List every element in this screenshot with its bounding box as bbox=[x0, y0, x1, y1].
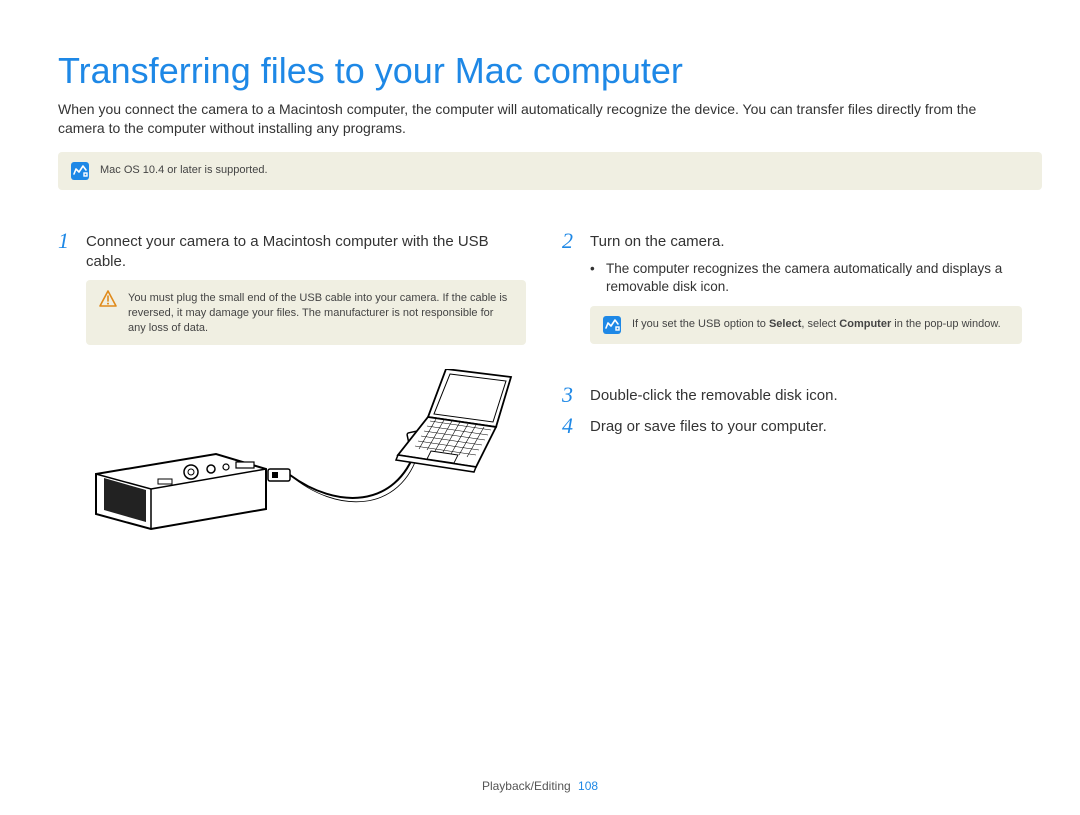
warning-text: You must plug the small end of the USB c… bbox=[128, 289, 514, 336]
warning-icon bbox=[98, 289, 118, 309]
step-text: Turn on the camera. bbox=[590, 230, 725, 252]
step-text: Connect your camera to a Macintosh compu… bbox=[86, 230, 526, 273]
step-number: 3 bbox=[562, 384, 580, 406]
left-column: 1 Connect your camera to a Macintosh com… bbox=[58, 230, 526, 544]
page-number: 108 bbox=[578, 779, 598, 793]
columns: 1 Connect your camera to a Macintosh com… bbox=[58, 230, 1022, 544]
manual-page: Transferring files to your Mac computer … bbox=[0, 0, 1080, 815]
step-number: 2 bbox=[562, 230, 580, 252]
step-3: 3 Double-click the removable disk icon. bbox=[562, 384, 1022, 406]
top-note-text: Mac OS 10.4 or later is supported. bbox=[100, 161, 268, 178]
note-icon bbox=[602, 315, 622, 335]
step-number: 4 bbox=[562, 415, 580, 437]
page-footer: Playback/Editing 108 bbox=[0, 779, 1080, 793]
warning-note: You must plug the small end of the USB c… bbox=[86, 280, 526, 345]
usb-connection-illustration bbox=[86, 369, 526, 544]
top-note: Mac OS 10.4 or later is supported. bbox=[58, 152, 1042, 190]
step-text: Drag or save files to your computer. bbox=[590, 415, 827, 437]
intro-paragraph: When you connect the camera to a Macinto… bbox=[58, 100, 1022, 138]
step-1: 1 Connect your camera to a Macintosh com… bbox=[58, 230, 526, 273]
step-2: 2 Turn on the camera. bbox=[562, 230, 1022, 252]
step-number: 1 bbox=[58, 230, 76, 273]
step-2-bullet: • The computer recognizes the camera aut… bbox=[590, 260, 1022, 296]
step-4: 4 Drag or save files to your computer. bbox=[562, 415, 1022, 437]
bullet-dot: • bbox=[590, 260, 598, 296]
page-title: Transferring files to your Mac computer bbox=[58, 52, 1022, 90]
right-column: 2 Turn on the camera. • The computer rec… bbox=[562, 230, 1022, 544]
step-text: Double-click the removable disk icon. bbox=[590, 384, 838, 406]
usb-select-note: If you set the USB option to Select, sel… bbox=[590, 306, 1022, 344]
note-icon bbox=[70, 161, 90, 181]
usb-select-note-text: If you set the USB option to Select, sel… bbox=[632, 315, 1001, 332]
footer-section: Playback/Editing bbox=[482, 779, 571, 793]
bullet-text: The computer recognizes the camera autom… bbox=[606, 260, 1022, 296]
